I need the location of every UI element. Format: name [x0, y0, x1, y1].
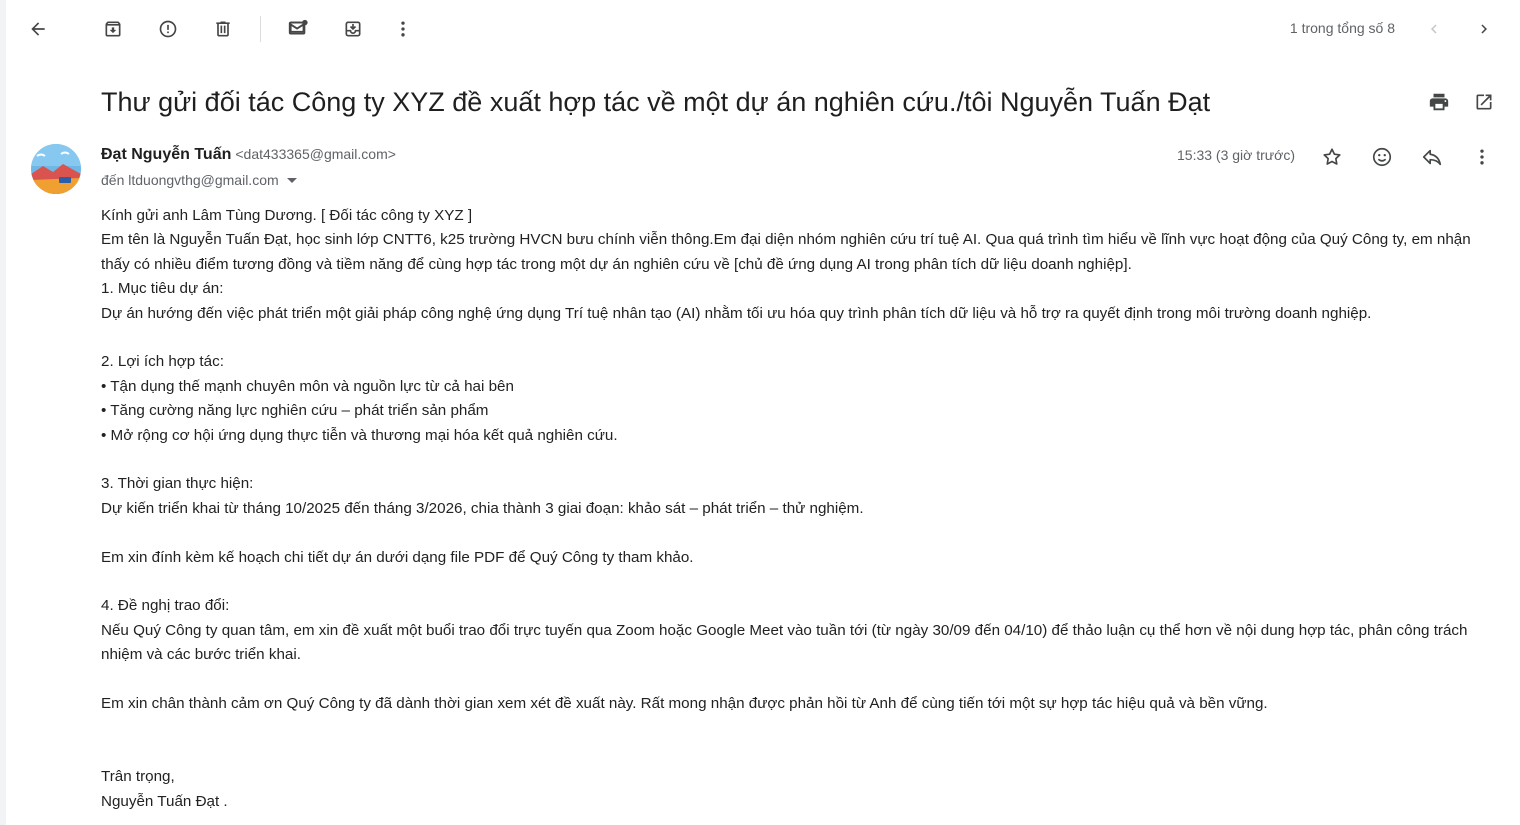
archive-icon[interactable]	[95, 11, 131, 47]
body-line: 2. Lợi ích hợp tác:	[101, 353, 224, 371]
sender-line: Đạt Nguyễn Tuấn <dat433365@gmail.com>	[101, 146, 396, 164]
email-subject: Thư gửi đối tác Công ty XYZ đề xuất hợp …	[101, 87, 1211, 117]
body-line: • Tận dụng thế mạnh chuyên môn và nguồn …	[101, 377, 514, 395]
toolbar-divider	[260, 16, 261, 42]
report-spam-icon[interactable]	[150, 11, 186, 47]
body-line: Dự kiến triển khai từ tháng 10/2025 đến …	[101, 499, 864, 517]
body-line: Nếu Quý Công ty quan tâm, em xin đề xuất…	[101, 621, 1468, 664]
sender-name[interactable]: Đạt Nguyễn Tuấn	[101, 146, 231, 163]
chevron-right-icon[interactable]	[1466, 11, 1502, 47]
body-line: Trân trọng,	[101, 768, 175, 786]
body-line: Em xin chân thành cảm ơn Quý Công ty đã …	[101, 695, 1268, 713]
email-time: 15:33 (3 giờ trước)	[1177, 147, 1295, 163]
body-line	[101, 668, 1496, 692]
body-line	[101, 326, 1496, 350]
delete-icon[interactable]	[205, 11, 241, 47]
body-line	[101, 570, 1496, 594]
body-line: Dự án hướng đến việc phát triển một giải…	[101, 304, 1372, 322]
body-line: 3. Thời gian thực hiện:	[101, 475, 254, 493]
back-arrow-icon[interactable]	[20, 11, 56, 47]
move-to-icon[interactable]	[335, 11, 371, 47]
sender-email: <dat433365@gmail.com>	[235, 146, 396, 162]
email-view: 1 trong tổng số 8 Thư gửi đối tác Công t…	[0, 0, 1520, 825]
pager-count: 1 trong tổng số 8	[1289, 20, 1395, 36]
body-line: Em tên là Nguyễn Tuấn Đạt, học sinh lớp …	[101, 231, 1471, 273]
open-new-window-icon[interactable]	[1466, 84, 1502, 120]
emoji-react-icon[interactable]	[1364, 139, 1400, 175]
avatar[interactable]	[31, 144, 81, 194]
body-line	[101, 741, 1496, 765]
body-line: • Tăng cường năng lực nghiên cứu – phát …	[101, 402, 489, 420]
body-line	[101, 448, 1496, 472]
print-icon[interactable]	[1421, 84, 1457, 120]
more-vert-icon[interactable]	[385, 11, 421, 47]
star-icon[interactable]	[1314, 139, 1350, 175]
email-body: Kính gửi anh Lâm Tùng Dương. [ Đối tác c…	[101, 204, 1496, 814]
body-line	[101, 521, 1496, 545]
body-line: • Mở rộng cơ hội ứng dụng thực tiễn và t…	[101, 426, 618, 444]
body-line: Kính gửi anh Lâm Tùng Dương. [ Đối tác c…	[101, 207, 473, 224]
recipient-text: đến ltduongvthg@gmail.com	[101, 172, 279, 188]
body-line: 1. Mục tiêu dự án:	[101, 280, 224, 298]
chevron-down-icon[interactable]	[286, 177, 297, 183]
mark-unread-icon[interactable]	[280, 11, 316, 47]
message-more-icon[interactable]	[1464, 139, 1500, 175]
body-line: Nguyễn Tuấn Đạt .	[101, 792, 228, 810]
chevron-left-icon[interactable]	[1416, 11, 1452, 47]
recipient-line: đến ltduongvthg@gmail.com	[101, 172, 297, 188]
body-line: 4. Đề nghị trao đổi:	[101, 597, 230, 615]
body-line	[101, 716, 1496, 740]
reply-icon[interactable]	[1414, 139, 1450, 175]
body-line: Em xin đính kèm kế hoạch chi tiết dự án …	[101, 548, 694, 566]
